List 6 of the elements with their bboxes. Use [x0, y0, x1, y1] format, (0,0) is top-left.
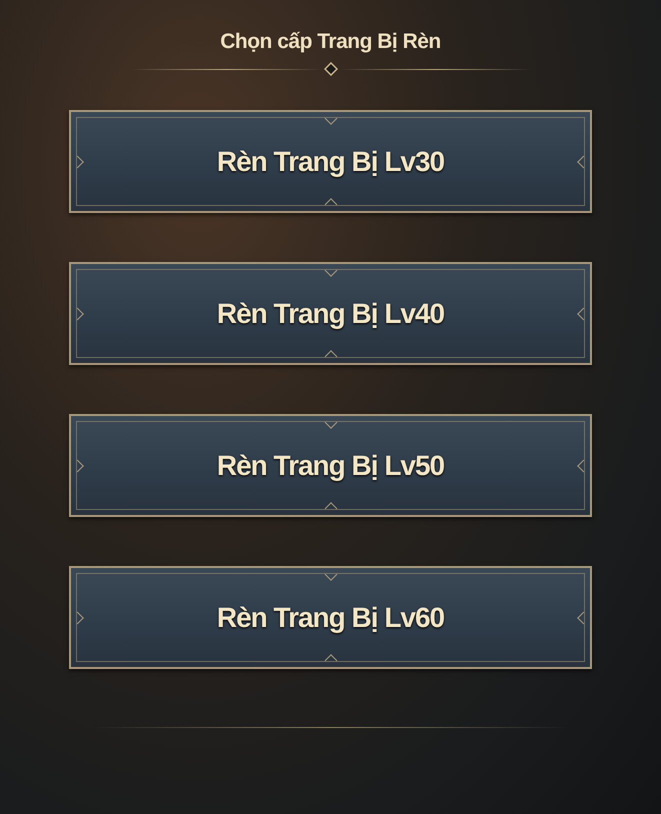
level-option-button[interactable]: Rèn Trang Bị Lv60	[69, 566, 592, 669]
level-option-button[interactable]: Rèn Trang Bị Lv30	[69, 110, 592, 213]
level-option-button[interactable]: Rèn Trang Bị Lv50	[69, 414, 592, 517]
dialog-title: Chọn cấp Trang Bị Rèn	[220, 30, 441, 54]
diamond-icon	[324, 62, 338, 76]
level-option-button[interactable]: Rèn Trang Bị Lv40	[69, 262, 592, 365]
